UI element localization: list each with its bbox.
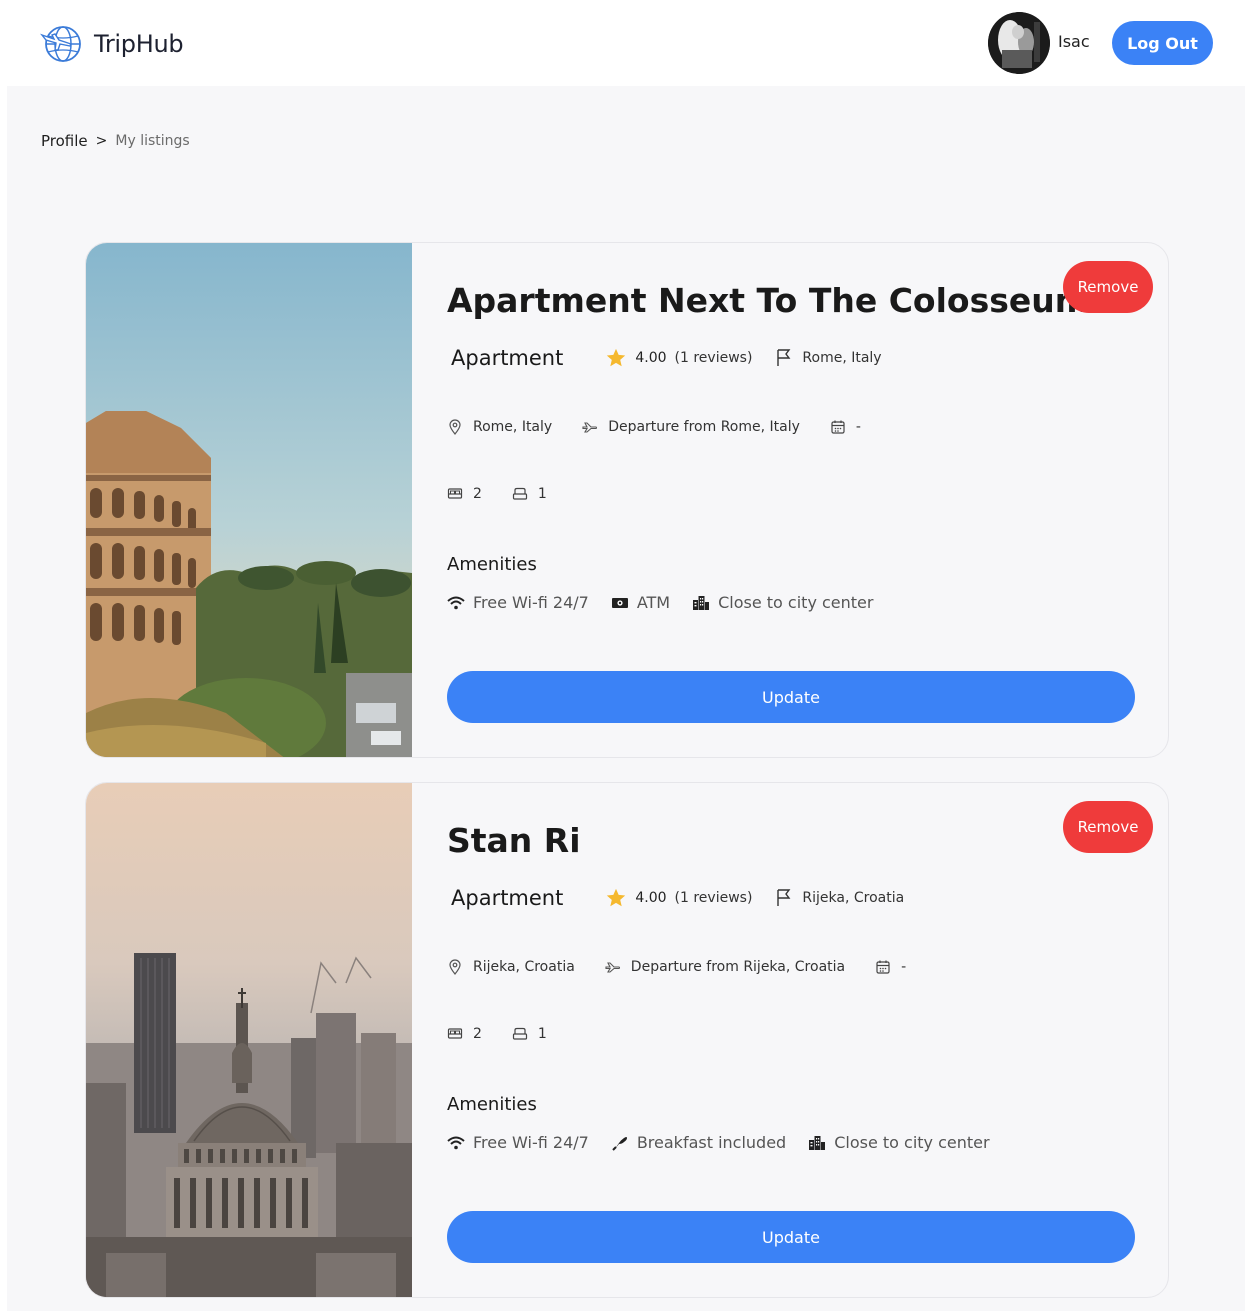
reviews-count[interactable]: (1 reviews) [675, 350, 753, 366]
globe-plane-icon [40, 26, 81, 62]
date-label: - [901, 959, 907, 975]
bathtub-icon [512, 1027, 528, 1040]
amenity-item: Free Wi-fi 24/7 [447, 1133, 589, 1152]
bed-icon [447, 1028, 463, 1039]
listing-image [86, 783, 412, 1297]
baths-count: 1 [537, 486, 547, 502]
calendar-icon [876, 960, 890, 974]
location-label: Rome, Italy [473, 419, 553, 435]
star-icon [607, 348, 626, 367]
listing-card: Stan Ri Remove Apartment 4.00 (1 reviews… [85, 782, 1169, 1298]
location-label: Rijeka, Croatia [473, 959, 575, 975]
amenity-label: Close to city center [718, 593, 874, 612]
listing-title: Apartment Next To The Colosseum [447, 281, 1090, 320]
wifi-icon [447, 596, 465, 609]
amenity-item: Close to city center [808, 1133, 990, 1152]
location-pin-icon [449, 419, 461, 435]
avatar[interactable] [988, 12, 1050, 74]
breadcrumb: Profile > My listings [41, 132, 190, 150]
amenity-item: Free Wi-fi 24/7 [447, 593, 589, 612]
flag-icon [777, 349, 791, 366]
amenity-label: Free Wi-fi 24/7 [473, 1133, 589, 1152]
remove-button[interactable]: Remove [1063, 801, 1153, 853]
room-counts: 2 1 [447, 486, 547, 502]
amenity-item: Close to city center [692, 593, 873, 612]
amenities-list: Free Wi-fi 24/7 ATM Close to city center [447, 593, 895, 612]
bathtub-icon [512, 487, 528, 500]
avatar-image [988, 12, 1050, 74]
property-type: Apartment [451, 346, 564, 370]
amenity-label: Breakfast included [636, 1133, 787, 1152]
brand-name: TripHub [94, 30, 184, 58]
wifi-icon [447, 1136, 465, 1149]
listing-title: Stan Ri [447, 821, 581, 860]
beds-count: 2 [473, 486, 482, 502]
logout-button[interactable]: Log Out [1112, 21, 1213, 65]
city-icon [693, 595, 710, 610]
plane-icon [605, 962, 620, 973]
breadcrumb-profile-link[interactable]: Profile [41, 132, 88, 150]
reviews-count[interactable]: (1 reviews) [675, 890, 753, 906]
amenity-item: Breakfast included [611, 1133, 786, 1152]
country-label: Rijeka, Croatia [802, 890, 905, 906]
top-bar: TripHub Isac Log Out [0, 0, 1245, 86]
listing-summary: Apartment 4.00 (1 reviews) Rijeka, Croat… [451, 886, 904, 910]
star-icon [607, 888, 626, 907]
country-label: Rome, Italy [802, 350, 882, 366]
atm-icon [611, 597, 628, 608]
amenity-label: Close to city center [834, 1133, 990, 1152]
room-counts: 2 1 [447, 1026, 547, 1042]
listing-card: Apartment Next To The Colosseum Remove A… [85, 242, 1169, 758]
breadcrumb-current: My listings [115, 133, 190, 149]
flag-icon [777, 889, 791, 906]
bed-icon [447, 488, 463, 499]
logo[interactable]: TripHub [40, 23, 184, 65]
property-type: Apartment [451, 886, 564, 910]
breadcrumb-separator: > [95, 133, 108, 149]
departure-label: Departure from Rijeka, Croatia [630, 959, 846, 975]
remove-button[interactable]: Remove [1063, 261, 1153, 313]
listing-image [86, 243, 412, 757]
breakfast-icon [612, 1136, 627, 1151]
rating-value: 4.00 [635, 890, 667, 906]
baths-count: 1 [537, 1026, 547, 1042]
update-button[interactable]: Update [447, 1211, 1135, 1263]
amenities-heading: Amenities [447, 554, 537, 575]
city-icon [809, 1135, 826, 1150]
amenity-item: ATM [611, 593, 670, 612]
plane-icon [582, 422, 598, 433]
departure-label: Departure from Rome, Italy [608, 419, 800, 435]
update-button[interactable]: Update [447, 671, 1135, 723]
user-name: Isac [1058, 32, 1090, 51]
amenities-list: Free Wi-fi 24/7 Breakfast included Close… [447, 1133, 1012, 1152]
date-label: - [855, 419, 861, 435]
amenity-label: ATM [636, 593, 671, 612]
location-pin-icon [449, 959, 461, 975]
beds-count: 2 [473, 1026, 482, 1042]
listing-details: Rome, Italy Departure from Rome, Italy - [447, 419, 861, 435]
listing-summary: Apartment 4.00 (1 reviews) Rome, Italy [451, 346, 882, 370]
amenities-heading: Amenities [447, 1094, 537, 1115]
amenity-label: Free Wi-fi 24/7 [473, 593, 589, 612]
rating-value: 4.00 [635, 350, 667, 366]
listing-details: Rijeka, Croatia Departure from Rijeka, C… [447, 959, 906, 975]
calendar-icon [831, 420, 845, 434]
